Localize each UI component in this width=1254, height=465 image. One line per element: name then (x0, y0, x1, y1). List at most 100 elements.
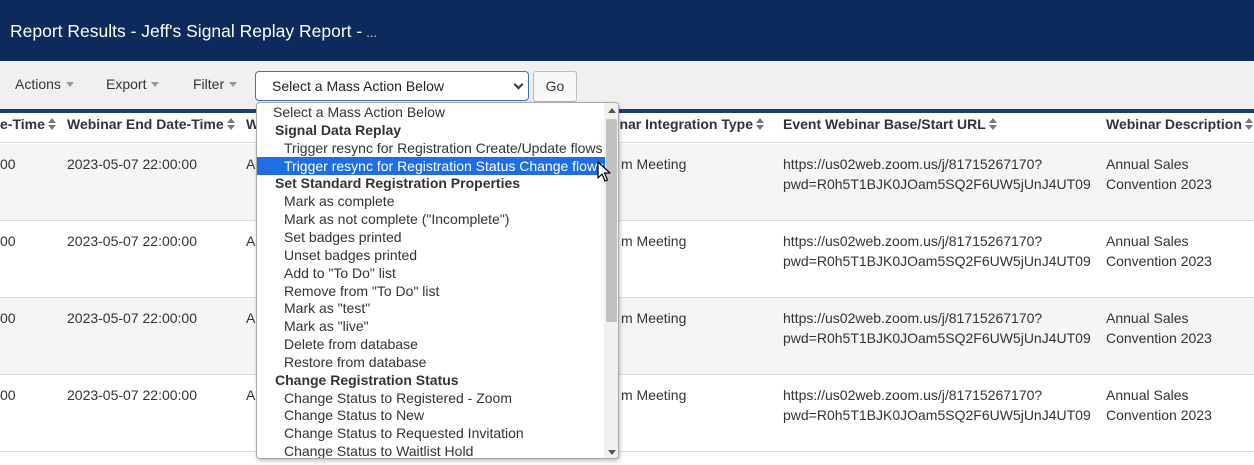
table-row[interactable]: 00 2023-05-07 22:00:00 A m Meeting https… (0, 298, 1254, 375)
table-cell: 00 (0, 387, 16, 403)
export-dropdown-button[interactable]: Export (106, 76, 160, 92)
option-set-badges-printed[interactable]: Set badges printed (257, 228, 605, 246)
option-trigger-resync-for-registration-status-change-flows[interactable]: Trigger resync for Registration Status C… (257, 156, 605, 175)
mouse-pointer-icon (597, 161, 611, 182)
url-line: pwd=R0h5T1BJK0JOam5SQ2F6UW5jUnJ4UT09 (783, 176, 1091, 192)
url-line: https://us02web.zoom.us/j/81715267170? (783, 156, 1043, 172)
table-cell: 00 (0, 233, 16, 249)
sort-icon (755, 118, 764, 131)
description-line: Convention 2023 (1106, 176, 1212, 192)
scroll-down-arrow-icon[interactable] (608, 450, 616, 455)
mass-action-dropdown-list: Select a Mass Action Below Signal Data Re… (256, 102, 619, 459)
description-line: Convention 2023 (1106, 253, 1212, 269)
report-toolbar: Actions Export Filter (0, 61, 1254, 110)
sort-icon (226, 118, 235, 131)
mass-action-selected-value: Select a Mass Action Below (272, 78, 444, 94)
scroll-up-arrow-icon[interactable] (608, 108, 616, 113)
table-row[interactable]: 00 2023-05-07 22:00:00 A m Meeting https… (0, 375, 1254, 452)
column-header-label: Webinar End Date-Time (67, 116, 224, 132)
option-trigger-resync-for-registration-create-update-flows[interactable]: Trigger resync for Registration Create/U… (257, 139, 605, 157)
option-select-a-mass-action-below[interactable]: Select a Mass Action Below (257, 103, 605, 121)
column-header-start-time[interactable]: e-Time (0, 116, 56, 132)
option-mark-as-not-complete-incomplete[interactable]: Mark as not complete ("Incomplete") (257, 210, 605, 228)
option-change-status-to-new[interactable]: Change Status to New (257, 406, 605, 424)
table-cell-description: Annual Sales Convention 2023 (1106, 308, 1212, 348)
url-line: pwd=R0h5T1BJK0JOam5SQ2F6UW5jUnJ4UT09 (783, 330, 1091, 346)
option-change-status-to-registered-zoom[interactable]: Change Status to Registered - Zoom (257, 389, 605, 407)
caret-down-icon (151, 81, 160, 87)
title-ellipsis: ... (366, 25, 378, 40)
actions-dropdown-button[interactable]: Actions (15, 76, 74, 92)
table-cell-url: https://us02web.zoom.us/j/81715267170? pw… (783, 231, 1091, 271)
description-line: Annual Sales (1106, 156, 1189, 172)
option-delete-from-database[interactable]: Delete from database (257, 335, 605, 353)
option-group-signal-data-replay: Signal Data Replay (275, 121, 402, 138)
sort-icon (47, 118, 56, 131)
table-cell-url: https://us02web.zoom.us/j/81715267170? pw… (783, 154, 1091, 194)
table-header: e-Time Webinar End Date-Time W binar Int… (0, 113, 1254, 143)
description-line: Annual Sales (1106, 310, 1189, 326)
option-add-to-to-do-list[interactable]: Add to "To Do" list (257, 264, 605, 282)
option-unset-badges-printed[interactable]: Unset badges printed (257, 246, 605, 264)
table-cell: m Meeting (621, 156, 687, 172)
url-line: https://us02web.zoom.us/j/81715267170? (783, 233, 1043, 249)
column-header-integration-type[interactable]: binar Integration Type (607, 116, 764, 132)
url-line: https://us02web.zoom.us/j/81715267170? (783, 310, 1043, 326)
url-line: https://us02web.zoom.us/j/81715267170? (783, 387, 1043, 403)
description-line: Convention 2023 (1106, 330, 1212, 346)
option-group-change-registration-status: Change Registration Status (275, 371, 459, 388)
table-cell: m Meeting (621, 310, 687, 326)
option-mark-as-live[interactable]: Mark as "live" (257, 317, 605, 335)
chevron-down-icon (513, 79, 524, 90)
option-change-status-to-requested-invitation[interactable]: Change Status to Requested Invitation (257, 424, 605, 442)
column-header-label: Event Webinar Base/Start URL (783, 116, 986, 132)
description-line: Convention 2023 (1106, 407, 1212, 423)
table-row[interactable]: 00 2023-05-07 22:00:00 A m Meeting https… (0, 144, 1254, 221)
table-cell: 00 (0, 156, 16, 172)
sort-icon (1244, 118, 1253, 131)
table-cell-description: Annual Sales Convention 2023 (1106, 231, 1212, 271)
mass-action-select[interactable]: Select a Mass Action Below (255, 71, 529, 101)
table-cell: 2023-05-07 22:00:00 (67, 156, 197, 172)
dropdown-scrollbar[interactable] (604, 103, 618, 458)
table-cell: A (246, 387, 256, 403)
option-restore-from-database[interactable]: Restore from database (257, 353, 605, 371)
option-mark-as-test[interactable]: Mark as "test" (257, 299, 605, 317)
description-line: Annual Sales (1106, 233, 1189, 249)
table-cell: A (246, 310, 256, 326)
column-header-label: Webinar Description (1106, 116, 1242, 132)
table-cell: m Meeting (621, 387, 687, 403)
column-header-description[interactable]: Webinar Description (1106, 116, 1253, 132)
scrollbar-thumb[interactable] (606, 119, 617, 322)
table-cell: m Meeting (621, 233, 687, 249)
filter-label: Filter (193, 76, 225, 92)
table-cell: 2023-05-07 22:00:00 (67, 310, 197, 326)
table-cell-description: Annual Sales Convention 2023 (1106, 154, 1212, 194)
filter-dropdown-button[interactable]: Filter (193, 76, 238, 92)
column-header-start-url[interactable]: Event Webinar Base/Start URL (783, 116, 997, 132)
table-cell: A (246, 233, 256, 249)
option-mark-as-complete[interactable]: Mark as complete (257, 192, 605, 210)
column-header-label: binar Integration Type (607, 116, 753, 132)
table-cell: A (246, 156, 256, 172)
page-title-text: Report Results - Jeff's Signal Replay Re… (10, 21, 363, 41)
option-remove-from-to-do-list[interactable]: Remove from "To Do" list (257, 282, 605, 300)
go-button[interactable]: Go (533, 71, 577, 102)
table-cell-url: https://us02web.zoom.us/j/81715267170? pw… (783, 385, 1091, 425)
option-change-status-to-waitlist-hold[interactable]: Change Status to Waitlist Hold (257, 442, 605, 458)
caret-down-icon (229, 81, 238, 87)
url-line: pwd=R0h5T1BJK0JOam5SQ2F6UW5jUnJ4UT09 (783, 407, 1091, 423)
table-cell: 2023-05-07 22:00:00 (67, 387, 197, 403)
table-row[interactable]: 00 2023-05-07 22:00:00 A m Meeting https… (0, 221, 1254, 298)
column-header-webinar-end[interactable]: Webinar End Date-Time (67, 116, 235, 132)
table-cell-url: https://us02web.zoom.us/j/81715267170? pw… (783, 308, 1091, 348)
table-cell-description: Annual Sales Convention 2023 (1106, 385, 1212, 425)
table-cell: 00 (0, 310, 16, 326)
url-line: pwd=R0h5T1BJK0JOam5SQ2F6UW5jUnJ4UT09 (783, 253, 1091, 269)
table-cell: 2023-05-07 22:00:00 (67, 233, 197, 249)
page-title: Report Results - Jeff's Signal Replay Re… (10, 21, 377, 42)
column-header-label: e-Time (0, 116, 45, 132)
option-group-set-standard-registration-properties: Set Standard Registration Properties (275, 175, 521, 192)
sort-icon (988, 118, 997, 131)
description-line: Annual Sales (1106, 387, 1189, 403)
